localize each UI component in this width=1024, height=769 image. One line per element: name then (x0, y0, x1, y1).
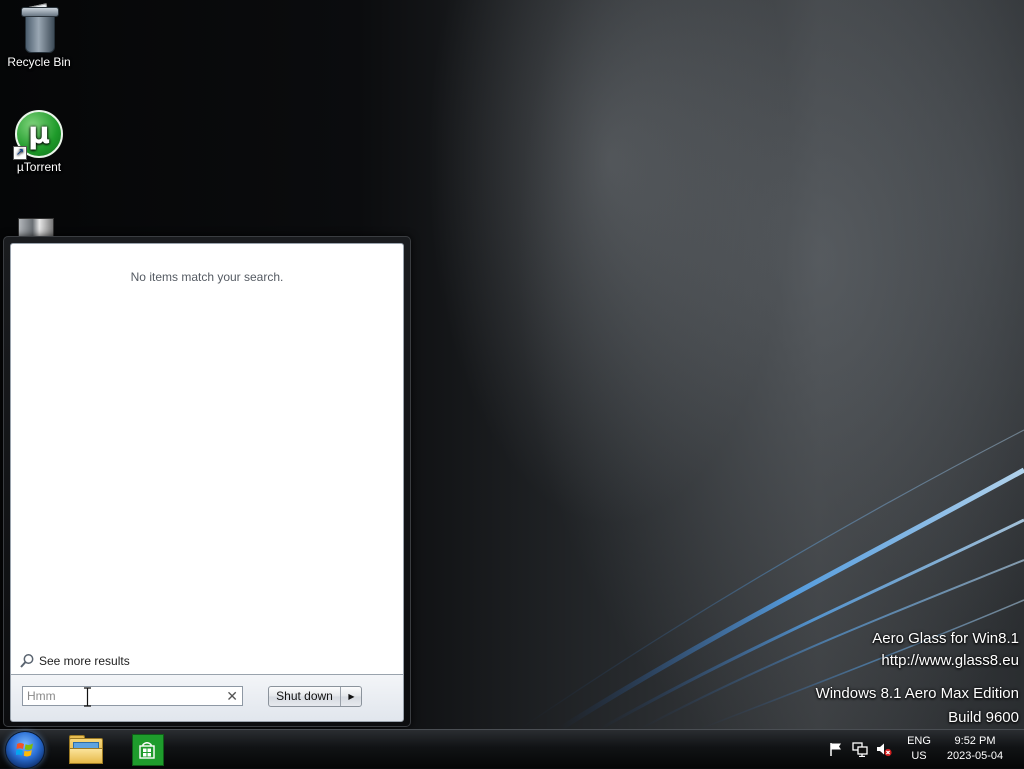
recycle-bin-icon (15, 3, 63, 53)
taskbar: ENG US 9:52 PM 2023-05-04 (0, 729, 1024, 769)
start-menu: No items match your search. See more res… (3, 236, 411, 727)
clock-date: 2023-05-04 (946, 750, 1004, 762)
see-more-results-link[interactable]: See more results (19, 653, 130, 669)
start-menu-footer: ✕ Shut down ▶ (10, 674, 404, 722)
watermark-edition: Windows 8.1 Aero Max Edition (815, 685, 1019, 702)
start-search-box[interactable]: ✕ (22, 686, 243, 707)
search-results-pane: No items match your search. See more res… (10, 243, 404, 675)
store-bag-icon (139, 742, 155, 759)
text-cursor-icon (84, 687, 91, 707)
shutdown-button[interactable]: Shut down (269, 687, 340, 706)
start-button[interactable] (5, 731, 45, 769)
no-results-message: No items match your search. (130, 270, 284, 284)
volume-muted-icon[interactable] (876, 741, 892, 757)
aero-glass-watermark: Aero Glass for Win8.1 http://www.glass8.… (816, 628, 1019, 729)
clock-time: 9:52 PM (954, 735, 996, 747)
search-icon (20, 654, 34, 668)
desktop-icon-label: µTorrent (16, 160, 62, 174)
shutdown-options-arrow-icon[interactable]: ▶ (340, 687, 362, 706)
keyboard-layout: US (911, 750, 927, 762)
watermark-url: http://www.glass8.eu (881, 652, 1019, 669)
desktop-icon-recycle-bin[interactable]: Recycle Bin (0, 3, 78, 69)
desktop-icon-utorrent[interactable]: µ ↗ µTorrent (0, 110, 78, 174)
taskbar-store-button[interactable] (126, 732, 166, 766)
taskbar-file-explorer-button[interactable] (65, 732, 105, 766)
watermark-line: Aero Glass for Win8.1 (872, 630, 1019, 647)
windows-logo-icon (16, 743, 33, 757)
watermark-build: Build 9600 (948, 709, 1019, 726)
taskbar-clock[interactable]: 9:52 PM 2023-05-04 (940, 734, 1010, 764)
search-input[interactable] (27, 688, 217, 704)
see-more-label: See more results (39, 654, 130, 668)
language-code: ENG (907, 735, 931, 747)
clear-search-icon[interactable]: ✕ (226, 688, 238, 704)
utorrent-icon: µ ↗ (13, 110, 63, 160)
shutdown-split-button: Shut down ▶ (268, 686, 362, 707)
shortcut-arrow-icon: ↗ (13, 146, 27, 160)
desktop-icon-label: Recycle Bin (7, 55, 71, 69)
action-center-flag-icon[interactable] (828, 741, 844, 757)
language-indicator[interactable]: ENG US (904, 734, 934, 764)
network-icon[interactable] (852, 741, 868, 757)
